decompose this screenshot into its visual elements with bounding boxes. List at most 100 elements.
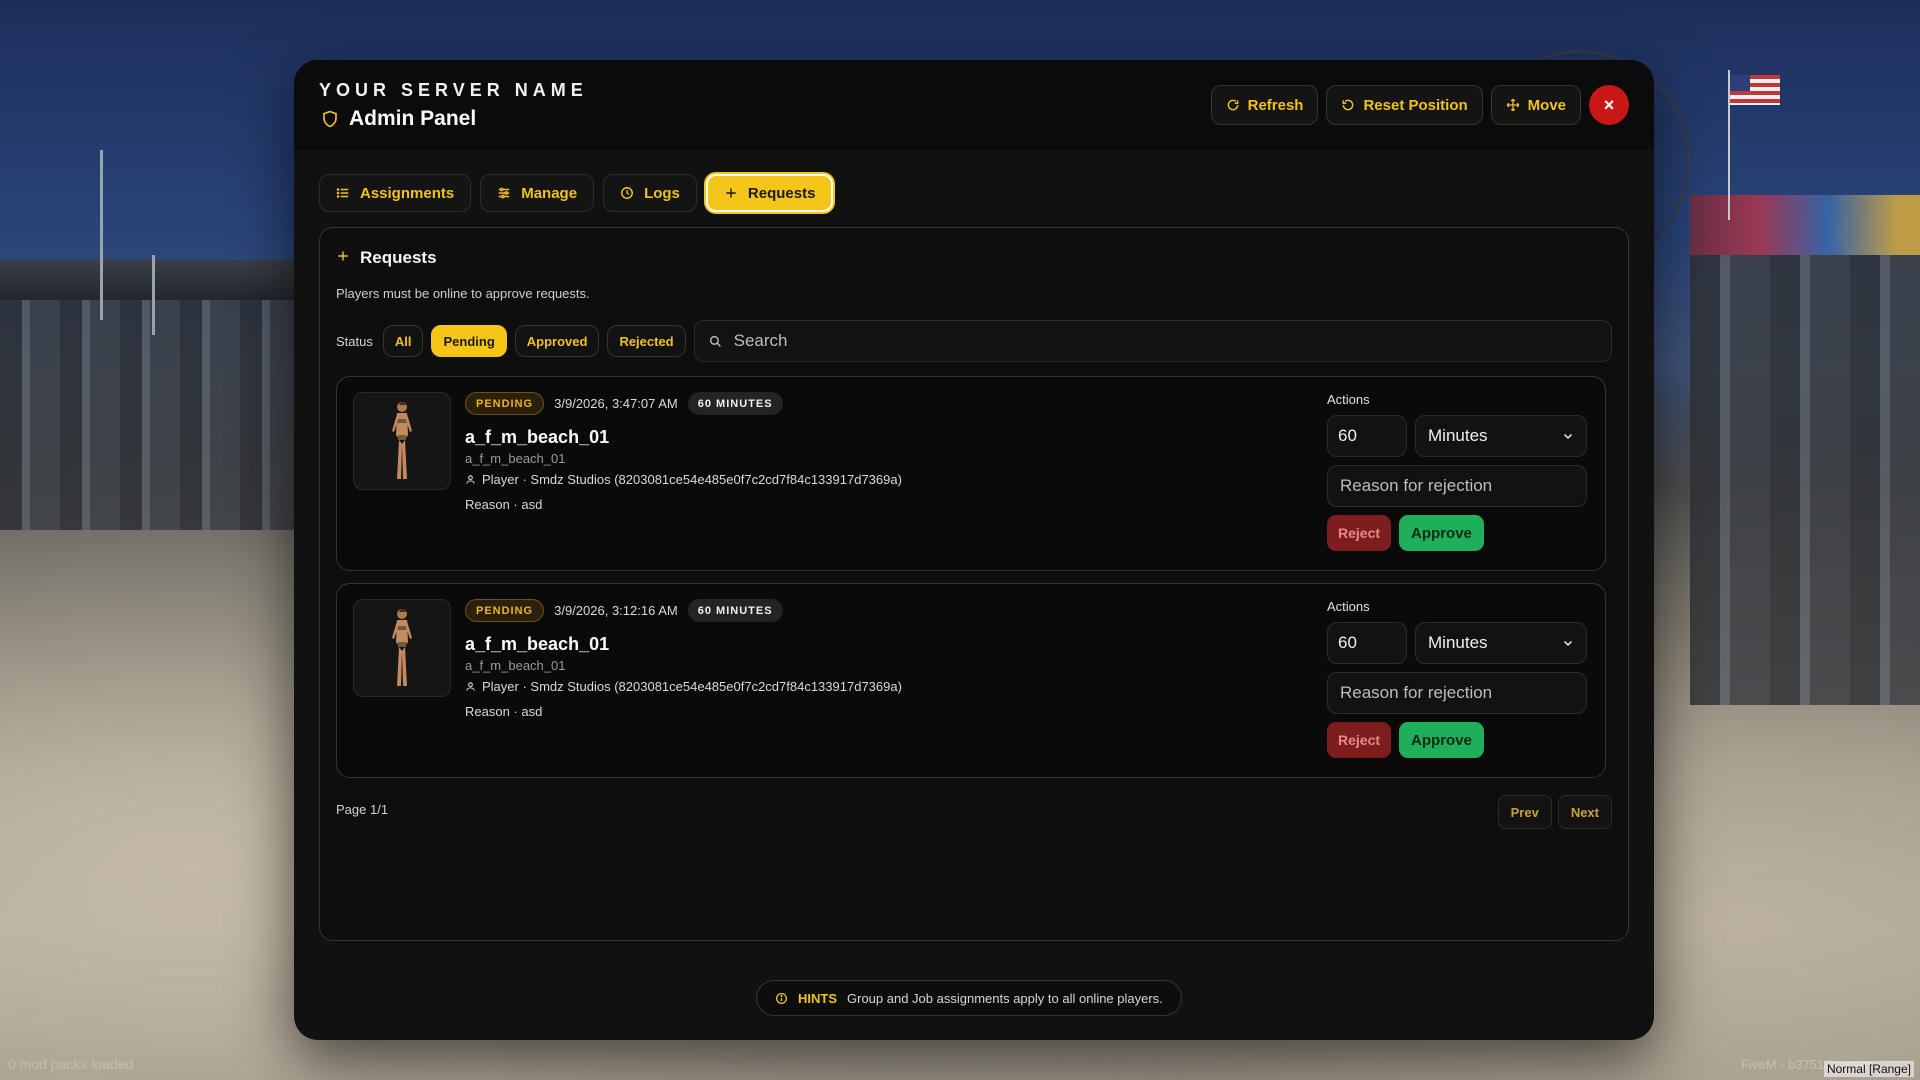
refresh-button[interactable]: Refresh [1210,85,1319,125]
unit-value: Minutes [1428,633,1488,652]
filter-bar: Status All Pending Approved Rejected [336,320,1612,362]
status-label: Status [336,333,373,349]
duration-badge: 60 MINUTES [687,392,783,415]
request-date: 3/9/2026, 3:12:16 AM [554,603,678,618]
player-line: Player · Smdz Studios (8203081ce54e485e0… [465,472,902,487]
background-pier-posts-left [0,300,300,530]
request-reason: Reason · asd [465,497,543,512]
background-lamp [152,255,155,335]
rejection-reason-input[interactable]: Reason for rejection [1327,672,1587,714]
server-name: YOUR SERVER NAME [319,80,588,100]
hints-label: HINTS [798,990,837,1006]
background-pier-posts-right [1690,255,1920,705]
background-pier-left [0,260,300,300]
reject-button[interactable]: Reject [1327,515,1392,551]
tab-manage[interactable]: Manage [480,174,595,212]
player-info: Player · Smdz Studios (8203081ce54e485e0… [482,679,902,694]
filter-all-button[interactable]: All [382,325,424,357]
hints-text: Group and Job assignments apply to all o… [847,990,1163,1006]
tab-logs[interactable]: Logs [603,174,697,212]
rejection-reason-input[interactable]: Reason for rejection [1327,465,1587,507]
request-meta: PENDING 3/9/2026, 3:12:16 AM 60 MINUTES [465,599,783,622]
search-box [693,320,1612,362]
section-header: Requests [336,248,437,268]
next-page-button[interactable]: Next [1557,795,1612,829]
tab-bar: Assignments Manage Logs Requests [319,174,834,212]
panel-title: Admin Panel [349,107,477,130]
title-row: Admin Panel [321,107,476,131]
hints-bar: HINTS Group and Job assignments apply to… [756,980,1182,1016]
background-flag [1730,75,1780,105]
approve-button[interactable]: Approve [1399,722,1484,758]
overlay-corner-text: Normal [Range] [1823,1061,1914,1077]
decision-buttons: Reject Approve [1327,722,1589,758]
player-info: Player · Smdz Studios (8203081ce54e485e0… [482,472,902,487]
reject-button[interactable]: Reject [1327,722,1392,758]
background-lamp [100,150,103,320]
move-button[interactable]: Move [1490,85,1581,125]
search-icon [709,335,722,348]
section-subtitle: Players must be online to approve reques… [336,286,590,301]
request-card: PENDING 3/9/2026, 3:12:16 AM 60 MINUTES … [336,583,1606,778]
tab-label: Requests [747,184,816,202]
tab-label: Manage [521,184,578,202]
page-indicator: Page 1/1 [336,802,389,817]
duration-unit-select[interactable]: Minutes [1415,415,1587,457]
duration-amount-input[interactable]: 60 [1327,415,1407,457]
duration-unit-select[interactable]: Minutes [1415,622,1587,664]
refresh-label: Refresh [1247,96,1304,114]
model-name: a_f_m_beach_01 [465,427,610,447]
plus-icon [724,186,738,200]
reset-position-label: Reset Position [1363,96,1468,114]
ped-thumbnail [353,599,451,697]
ped-figure-icon [392,609,412,686]
request-reason: Reason · asd [465,704,543,719]
prev-page-button[interactable]: Prev [1497,795,1552,829]
player-line: Player · Smdz Studios (8203081ce54e485e0… [465,679,902,694]
decision-buttons: Reject Approve [1327,515,1589,551]
request-date: 3/9/2026, 3:47:07 AM [554,396,678,411]
filter-approved-button[interactable]: Approved [514,325,600,357]
tab-assignments[interactable]: Assignments [319,174,472,212]
model-name: a_f_m_beach_01 [465,634,610,654]
actions-label: Actions [1327,392,1370,407]
background-pier-right [1690,195,1920,255]
request-card: PENDING 3/9/2026, 3:47:07 AM 60 MINUTES … [336,376,1606,571]
chevron-down-icon [1562,430,1574,442]
duration-amount-input[interactable]: 60 [1327,622,1407,664]
tab-label: Logs [644,184,680,202]
move-label: Move [1527,96,1566,114]
status-badge: PENDING [465,599,545,622]
panel-header: YOUR SERVER NAME Admin Panel Refresh Res… [294,60,1654,150]
unit-value: Minutes [1428,426,1488,445]
search-input[interactable] [733,331,1611,351]
user-icon [465,474,476,485]
request-meta: PENDING 3/9/2026, 3:47:07 AM 60 MINUTES [465,392,783,415]
actions-panel: Actions 60 Minutes Reason for rejection … [1327,392,1589,551]
header-actions: Refresh Reset Position Move × [1210,85,1629,125]
ped-thumbnail [353,392,451,490]
actions-label: Actions [1327,599,1370,614]
list-icon [336,186,350,200]
duration-badge: 60 MINUTES [687,599,783,622]
status-badge: PENDING [465,392,545,415]
filter-pending-button[interactable]: Pending [431,325,507,357]
admin-panel-window: YOUR SERVER NAME Admin Panel Refresh Res… [294,60,1654,1040]
refresh-icon [1226,98,1240,112]
overlay-left-text: 0 mod packs loaded [8,1056,134,1072]
move-icon [1506,98,1520,112]
sliders-icon [497,186,511,200]
chevron-down-icon [1562,637,1574,649]
duration-controls: 60 Minutes [1327,415,1589,457]
reset-position-button[interactable]: Reset Position [1326,85,1483,125]
filter-rejected-button[interactable]: Rejected [607,325,686,357]
reset-icon [1341,98,1355,112]
approve-button[interactable]: Approve [1399,515,1484,551]
user-icon [465,681,476,692]
duration-controls: 60 Minutes [1327,622,1589,664]
info-icon [775,992,788,1005]
pagination-controls: Prev Next [1497,795,1612,829]
tab-requests[interactable]: Requests [705,174,834,212]
close-button[interactable]: × [1589,85,1629,125]
section-title: Requests [360,248,437,267]
